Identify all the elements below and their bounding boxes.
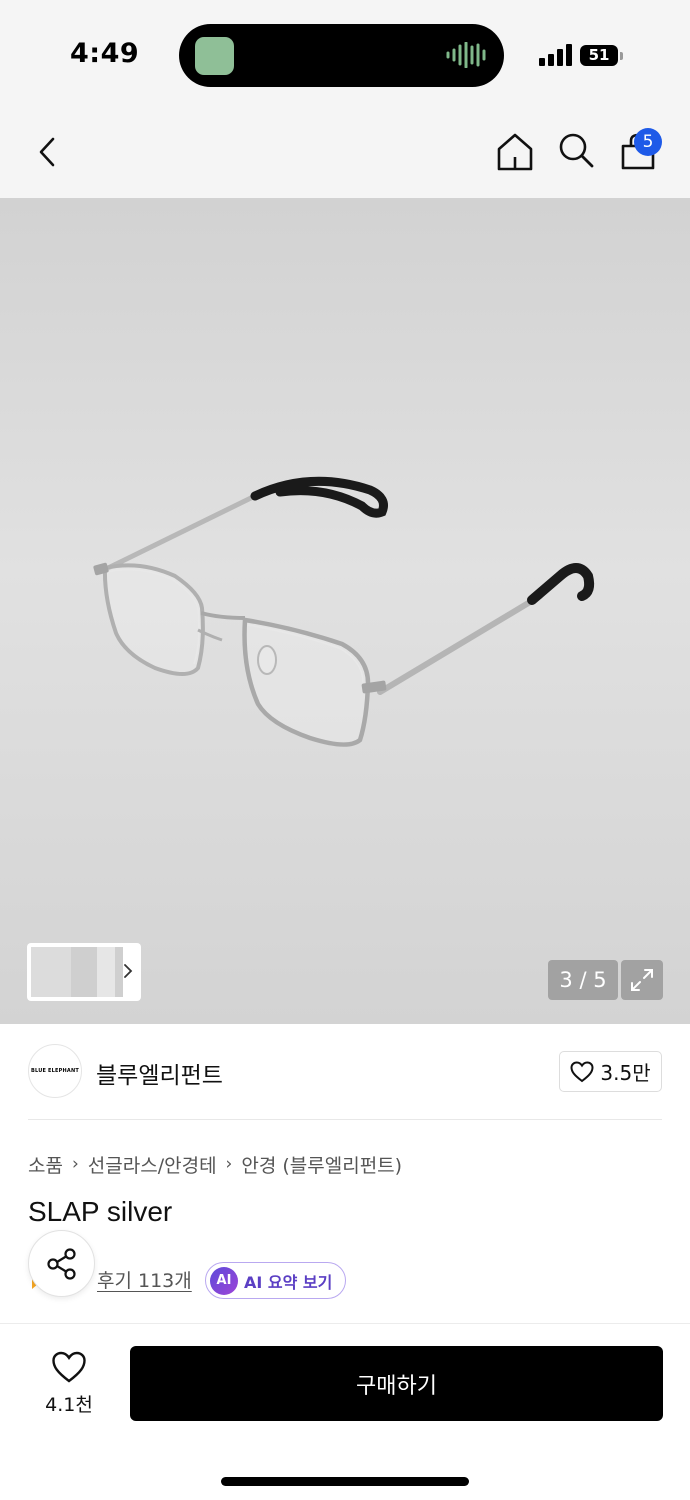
chevron-left-icon [39, 137, 55, 167]
product-image-glasses [93, 476, 595, 747]
expand-icon [631, 969, 653, 991]
brand-like-count: 3.5만 [600, 1061, 651, 1085]
breadcrumb-item-accessories[interactable]: 소품 [28, 1151, 63, 1178]
cart-count-badge: 5 [634, 128, 662, 156]
buy-button[interactable]: 구매하기 [130, 1346, 663, 1421]
home-icon [497, 133, 533, 171]
section-divider [28, 1119, 662, 1120]
back-button[interactable] [26, 130, 70, 174]
home-button[interactable] [493, 130, 537, 174]
cellular-signal-icon [539, 44, 572, 66]
chevron-right-icon [124, 964, 133, 978]
home-indicator[interactable] [221, 1477, 469, 1486]
share-button[interactable] [28, 1230, 95, 1297]
chevron-right-icon: › [225, 1154, 233, 1174]
thumbnail-strip[interactable] [27, 943, 141, 1001]
heart-icon [570, 1060, 594, 1082]
chevron-right-icon: › [71, 1154, 79, 1174]
product-title: SLAP silver [28, 1196, 173, 1227]
wishlist-count: 4.1천 [45, 1394, 93, 1416]
brand-row: BLUE ELEPHANT 블루엘리펀트 3.5만 [0, 1024, 690, 1120]
brand-logo-text: BLUE ELEPHANT [31, 1068, 79, 1074]
battery-icon: 51 [580, 45, 618, 66]
wishlist-button[interactable]: 4.1천 [34, 1346, 104, 1420]
bottom-bar-divider [0, 1323, 690, 1324]
dynamic-island [179, 24, 504, 87]
ai-summary-button[interactable]: AI AI 요약 보기 [205, 1262, 346, 1299]
ai-badge-icon: AI [210, 1266, 238, 1295]
product-image-gallery[interactable]: 3 / 5 [0, 198, 690, 1024]
heart-icon [52, 1351, 86, 1383]
status-time: 4:49 [70, 38, 140, 69]
fullscreen-button[interactable] [621, 960, 663, 1000]
audio-wave-icon [446, 42, 486, 68]
status-bar: 4:49 51 [0, 0, 690, 110]
battery-nub [620, 52, 623, 60]
thumbnail-3[interactable] [97, 947, 115, 997]
brand-logo[interactable]: BLUE ELEPHANT [28, 1044, 82, 1098]
top-nav-bar [0, 110, 690, 198]
search-icon [559, 133, 594, 168]
search-button[interactable] [554, 128, 598, 172]
ai-summary-label: AI 요약 보기 [244, 1272, 333, 1292]
breadcrumb: 소품 › 선글라스/안경테 › 안경 (블루엘리펀트) [28, 1150, 402, 1178]
breadcrumb-item-glasses-brand[interactable]: 안경 (블루엘리펀트) [241, 1151, 402, 1178]
image-page-counter: 3 / 5 [548, 960, 618, 1000]
review-count-link[interactable]: 후기 113개 [97, 1266, 192, 1293]
breadcrumb-item-eyewear[interactable]: 선글라스/안경테 [88, 1151, 217, 1178]
brand-like-button[interactable]: 3.5만 [559, 1051, 662, 1092]
island-app-icon [195, 37, 234, 75]
brand-name[interactable]: 블루엘리펀트 [96, 1056, 223, 1090]
share-icon [46, 1247, 76, 1280]
battery-level: 51 [588, 46, 610, 64]
